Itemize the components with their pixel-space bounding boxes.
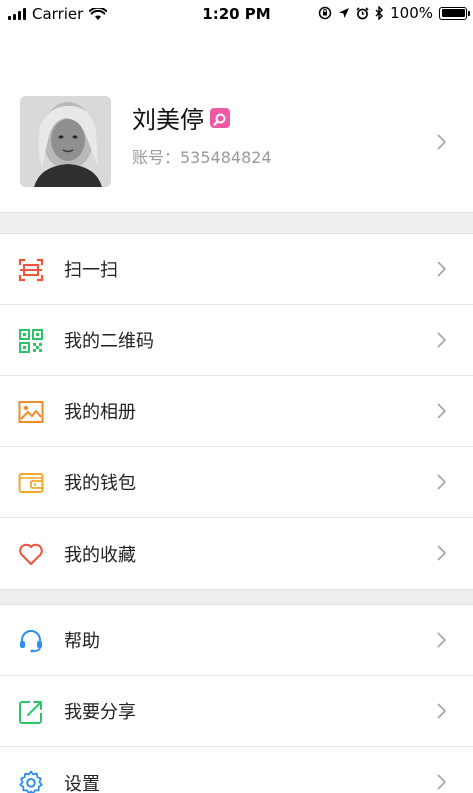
chevron-right-icon: [437, 632, 446, 648]
battery-icon: [439, 6, 470, 20]
menu-item-label: 帮助: [64, 631, 100, 652]
menu-item-label: 我的二维码: [64, 331, 154, 352]
bluetooth-icon: [375, 6, 384, 20]
menu-item-settings[interactable]: 设置: [0, 747, 473, 793]
wallet-icon: [18, 473, 44, 493]
menu-item-label: 扫一扫: [64, 260, 118, 281]
account-number: 账号：535484824: [132, 148, 272, 167]
menu-item-label: 我的相册: [64, 402, 136, 423]
menu-item-favorites[interactable]: 我的收藏: [0, 518, 473, 589]
album-icon: [18, 401, 44, 423]
profile-card[interactable]: 刘美停 账号：535484824: [0, 28, 473, 212]
menu-group-misc: 帮助 我要分享 设置: [0, 605, 473, 793]
status-bar: Carrier 1:20 PM 100%: [0, 0, 473, 28]
search-badge-icon: [210, 107, 230, 128]
menu-group-main: 扫一扫 我的二维码 我的相册 我的钱包 我的收藏: [0, 234, 473, 589]
menu-item-album[interactable]: 我的相册: [0, 376, 473, 447]
battery-percent: 100%: [390, 4, 433, 22]
chevron-right-icon: [437, 332, 446, 348]
avatar-image: [20, 96, 111, 187]
chevron-right-icon: [437, 774, 446, 790]
heart-icon: [19, 543, 43, 565]
headset-icon: [20, 630, 42, 653]
location-icon: [339, 8, 350, 18]
chevron-right-icon: [437, 703, 446, 719]
menu-item-help[interactable]: 帮助: [0, 605, 473, 676]
chevron-right-icon: [437, 134, 446, 150]
menu-item-label: 我要分享: [64, 702, 136, 723]
menu-item-label: 我的钱包: [64, 473, 136, 494]
profile-name-text: 刘美停: [132, 106, 204, 134]
chevron-right-icon: [437, 261, 446, 277]
settings-icon: [19, 770, 43, 793]
scan-icon: [18, 258, 44, 282]
share-icon: [19, 701, 42, 724]
section-divider: [0, 212, 473, 234]
profile-name: 刘美停: [132, 100, 230, 135]
status-right: 100%: [318, 4, 470, 22]
menu-item-wallet[interactable]: 我的钱包: [0, 447, 473, 518]
section-divider: [0, 589, 473, 605]
menu-item-scan[interactable]: 扫一扫: [0, 234, 473, 305]
menu-item-label: 我的收藏: [64, 544, 136, 566]
chevron-right-icon: [437, 403, 446, 419]
avatar[interactable]: [20, 96, 111, 187]
alarm-icon: [356, 6, 369, 19]
chevron-right-icon: [437, 474, 446, 490]
chevron-right-icon: [437, 545, 446, 561]
qr-code-icon: [19, 329, 43, 353]
menu-item-qr-code[interactable]: 我的二维码: [0, 305, 473, 376]
rotation-lock-icon: [318, 6, 332, 20]
menu-item-share[interactable]: 我要分享: [0, 676, 473, 747]
menu-item-label: 设置: [64, 773, 100, 793]
